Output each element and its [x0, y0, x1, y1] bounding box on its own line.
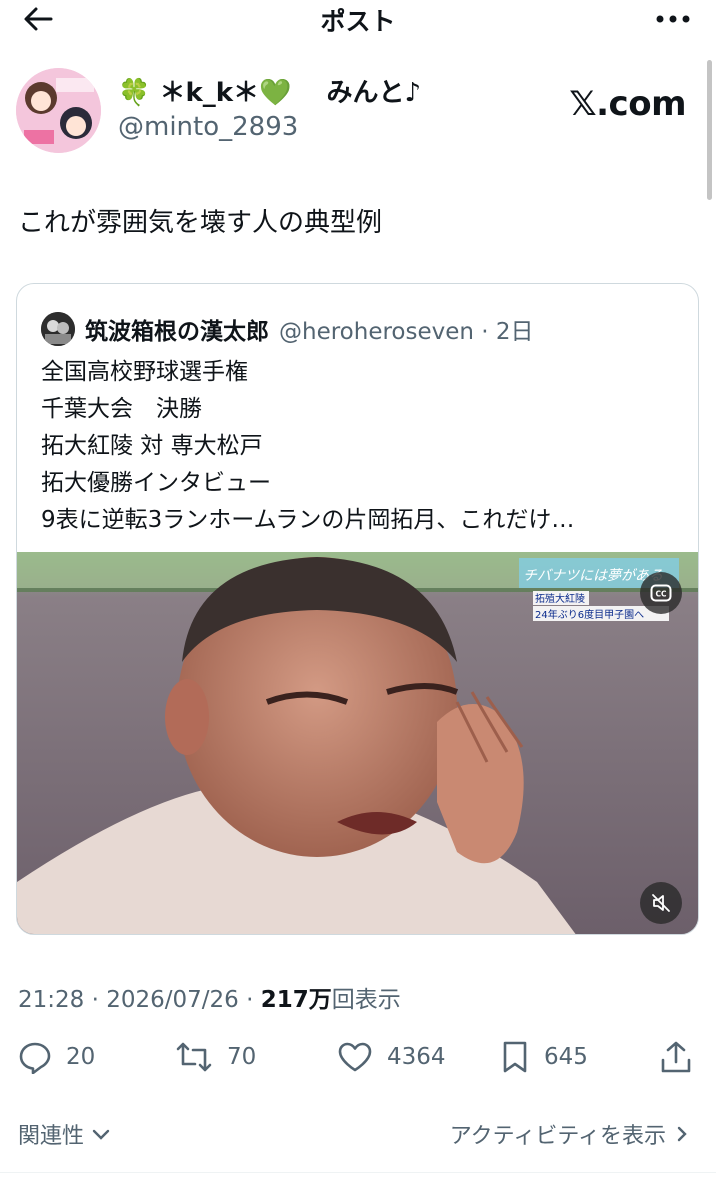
like-button[interactable]: 4364 [337, 1035, 446, 1079]
reply-button[interactable]: 20 [18, 1035, 95, 1079]
repost-count: 70 [227, 1044, 257, 1070]
quote-author-name: 筑波箱根の漢太郎 [85, 319, 269, 345]
reply-icon [19, 1042, 51, 1074]
bookmark-button[interactable]: 645 [500, 1035, 588, 1079]
bookmark-count: 645 [544, 1044, 588, 1070]
captions-icon[interactable]: CC [640, 572, 682, 614]
top-bar: ポスト [0, 0, 716, 40]
quote-text: 全国高校野球選手権 千葉大会 決勝 拓大紅陵 対 専大松戸 拓大優勝インタビュー… [41, 354, 574, 539]
quote-line: 拓大優勝インタビュー [41, 470, 271, 496]
author-name-main: ＊k_k＊ [159, 78, 260, 108]
post-text: これが雰囲気を壊す人の典型例 [18, 208, 383, 238]
svg-text:CC: CC [655, 590, 667, 599]
action-bar: 20 70 4364 645 [0, 1035, 716, 1079]
views-count: 217万 [260, 987, 332, 1013]
view-activity-link[interactable]: アクティビティを表示 [450, 1118, 690, 1150]
activity-label: アクティビティを表示 [449, 1124, 666, 1149]
green-heart-icon: 💚 [259, 78, 292, 108]
post-meta: 21:28 · 2026/07/26 · 217万回表示 [18, 987, 401, 1013]
quote-line: 拓大紅陵 対 専大松戸 [41, 433, 263, 459]
quoted-post[interactable]: 筑波箱根の漢太郎 @heroheroseven · 2日 全国高校野球選手権 千… [16, 283, 699, 935]
x-com-watermark: 𝕏.com [569, 84, 686, 124]
quote-author-handle: @heroheroseven · 2日 [279, 319, 534, 345]
divider [0, 1172, 716, 1173]
related-label: 関連性 [18, 1124, 85, 1149]
quote-author-avatar [41, 312, 75, 346]
quote-header: 筑波箱根の漢太郎 @heroheroseven · 2日 [41, 312, 534, 346]
reply-count: 20 [66, 1044, 96, 1070]
share-icon [661, 1041, 691, 1073]
overlay-line-3: 24年ぶり6度目甲子園へ [535, 608, 644, 621]
repost-button[interactable]: 70 [175, 1035, 256, 1079]
quote-line: 9表に逆転3ランホームランの片岡拓月、これだけ… [41, 507, 575, 533]
overlay-line-2: 拓殖大紅陵 [535, 592, 585, 605]
repost-icon [176, 1042, 212, 1072]
chevron-down-icon [92, 1129, 110, 1140]
author-display-name[interactable]: 🍀 ＊k_k＊💚 みんと♪ [118, 72, 421, 109]
sort-relevance-dropdown[interactable]: 関連性 [18, 1118, 112, 1150]
clover-icon: 🍀 [118, 78, 151, 108]
author-handle[interactable]: @minto_2893 [118, 112, 298, 142]
author-avatar[interactable] [16, 68, 101, 153]
share-button[interactable] [660, 1035, 706, 1079]
bookmark-icon [503, 1041, 527, 1073]
post-date: 2026/07/26 [106, 987, 239, 1013]
quote-line: 千葉大会 決勝 [41, 396, 202, 422]
chevron-right-icon [677, 1126, 687, 1142]
more-options-icon[interactable] [648, 2, 698, 36]
author-name-suffix: みんと♪ [326, 78, 422, 108]
quote-line: 全国高校野球選手権 [41, 359, 248, 385]
post-time: 21:28 [18, 987, 85, 1013]
page-title: ポスト [320, 7, 396, 36]
heart-icon [338, 1042, 372, 1072]
scrollbar[interactable] [707, 60, 712, 200]
quote-video[interactable]: チバナツには夢がある 拓殖大紅陵 24年ぶり6度目甲子園へ CC [17, 552, 698, 934]
views-label: 回表示 [331, 987, 401, 1013]
mute-icon[interactable] [640, 882, 682, 924]
like-count: 4364 [387, 1044, 446, 1070]
